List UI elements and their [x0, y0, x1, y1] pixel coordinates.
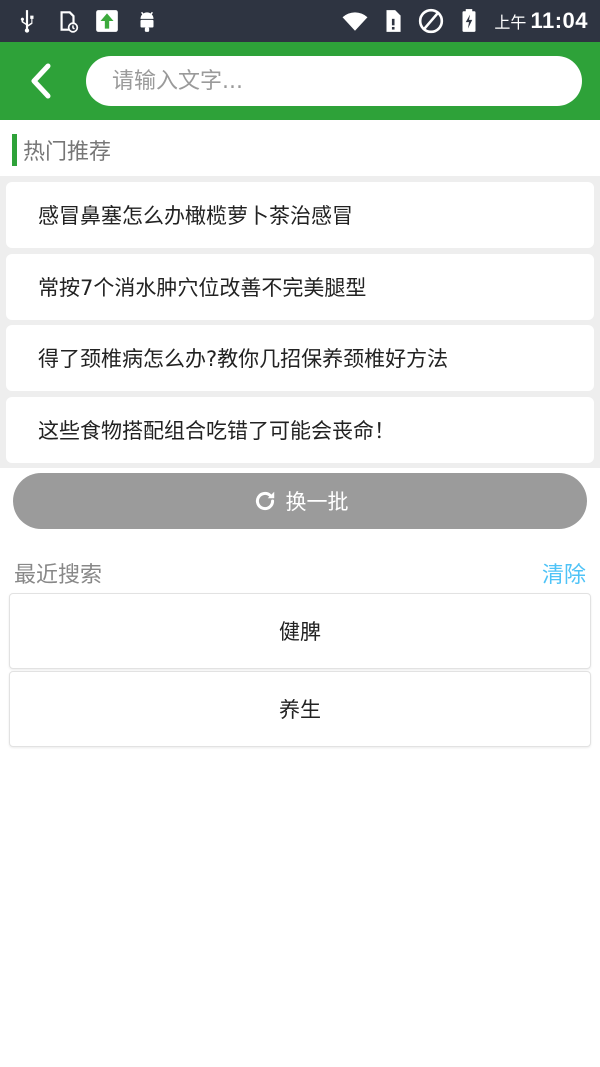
hot-section-title: 热门推荐 [23, 140, 112, 165]
hot-item[interactable]: 这些食物搭配组合吃错了可能会丧命！ [6, 397, 594, 463]
section-accent-bar [12, 134, 17, 166]
android-icon [134, 8, 160, 34]
sd-card-icon [54, 8, 80, 34]
status-bar: 上午 11:04 [0, 0, 600, 42]
clear-history-button[interactable]: 清除 [542, 557, 586, 589]
back-button[interactable] [18, 56, 64, 106]
sim-alert-icon [380, 8, 406, 34]
battery-charging-icon [456, 8, 482, 34]
search-input[interactable] [86, 56, 582, 106]
wifi-icon [342, 8, 368, 34]
hot-list: 感冒鼻塞怎么办橄榄萝卜茶治感冒 常按7个消水肿穴位改善不完美腿型 得了颈椎病怎么… [0, 176, 600, 468]
refresh-icon [255, 491, 274, 511]
recent-search-item[interactable]: 健脾 [9, 593, 591, 669]
refresh-button[interactable]: 换一批 [13, 473, 587, 529]
upload-icon [94, 8, 120, 34]
clock-time: 11:04 [530, 8, 588, 33]
usb-icon [14, 8, 40, 34]
hot-item[interactable]: 得了颈椎病怎么办?教你几招保养颈椎好方法 [6, 325, 594, 391]
recent-section-title: 最近搜索 [14, 563, 103, 588]
clock-ampm: 上午 [494, 13, 527, 32]
hot-item[interactable]: 常按7个消水肿穴位改善不完美腿型 [6, 254, 594, 320]
refresh-label: 换一批 [285, 490, 349, 514]
no-signal-icon [418, 8, 444, 34]
recent-search-item[interactable]: 养生 [9, 671, 591, 747]
hot-section-header: 热门推荐 [12, 134, 111, 166]
hot-item[interactable]: 感冒鼻塞怎么办橄榄萝卜茶治感冒 [6, 182, 594, 248]
back-arrow-icon [31, 63, 51, 99]
search-header [0, 42, 600, 120]
